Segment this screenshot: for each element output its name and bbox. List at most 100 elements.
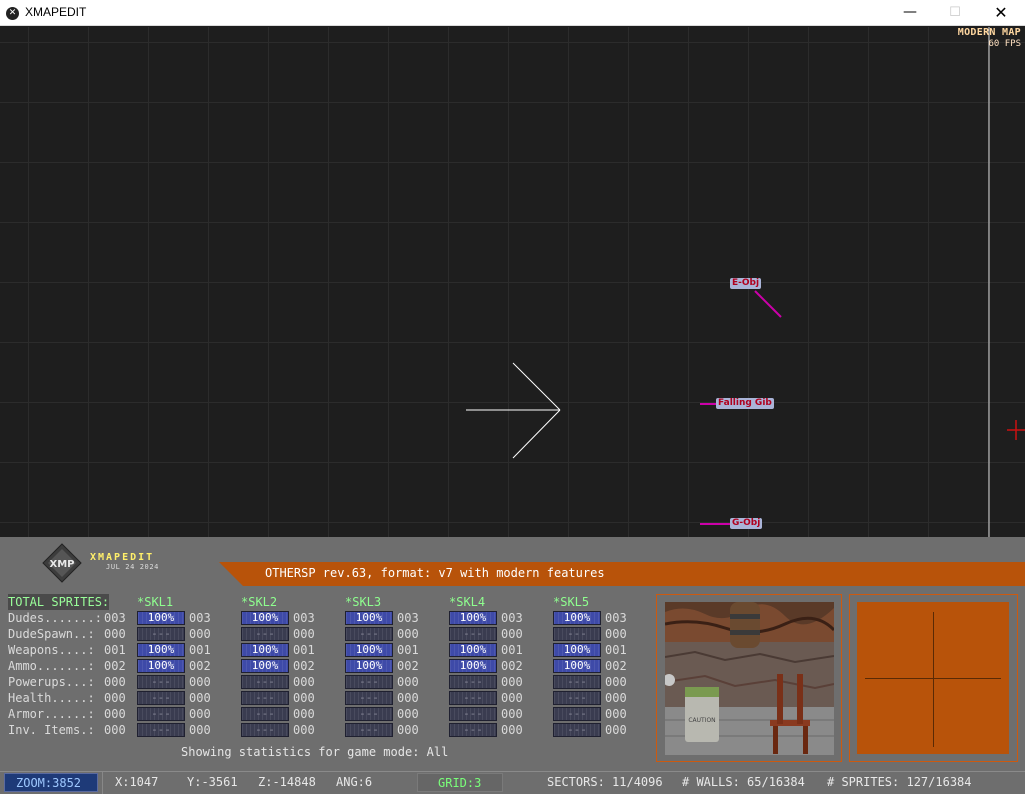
skill-percent-bar: --- [345,707,393,721]
skill-percent-bar: 100% [553,611,601,625]
stat-row-total: 000 [104,723,126,737]
sprite-label-falling-gib[interactable]: Falling Gib [716,398,774,409]
skill-percent-label: --- [151,627,171,640]
stat-row-label: Ammo.......: [8,659,95,673]
skill-percent-bar: 100% [137,611,185,625]
skill-header[interactable]: *SKL3 [345,594,381,610]
skill-count: 000 [605,627,627,641]
status-divider [102,772,103,794]
skill-percent-label: 100% [355,659,383,672]
skill-count: 002 [189,659,211,673]
skill-percent-label: 100% [355,611,383,624]
skill-percent-label: --- [463,691,483,704]
skill-percent-label: 100% [355,643,383,656]
skill-percent-label: --- [359,675,379,688]
skill-percent-label: 100% [147,611,175,624]
logo-date: JUL 24 2024 [106,563,159,571]
skill-count: 000 [501,691,523,705]
skill-percent-bar: --- [345,691,393,705]
skill-count: 003 [189,611,211,625]
skill-percent-label: --- [359,627,379,640]
skill-percent-label: --- [567,723,587,736]
skill-count: 003 [293,611,315,625]
skill-percent-label: --- [255,723,275,736]
skill-percent-bar: --- [553,675,601,689]
skill-header[interactable]: *SKL1 [137,594,173,610]
stat-row-total: 002 [104,659,126,673]
skill-count: 000 [605,691,627,705]
app-icon: ✕ [6,7,19,20]
stat-row-label: Inv. Items.: [8,723,95,737]
skill-count: 000 [605,723,627,737]
skill-count: 001 [501,643,523,657]
skill-percent-label: --- [463,675,483,688]
close-button[interactable]: ✕ [978,0,1024,26]
skill-count: 003 [397,611,419,625]
zoom-readout: ZOOM:3852 [4,773,98,792]
panel-tab-slope [215,537,245,562]
sprite-label-e-obj[interactable]: E-Obj [730,278,762,289]
skill-percent-label: 100% [251,611,279,624]
skill-percent-bar: 100% [553,659,601,673]
skill-percent-label: --- [567,707,587,720]
player-start-arrow[interactable] [466,362,561,459]
stat-row-total: 000 [104,675,126,689]
skill-percent-bar: 100% [241,611,289,625]
skill-percent-label: --- [567,675,587,688]
skill-percent-bar: --- [345,627,393,641]
skill-percent-bar: --- [553,627,601,641]
angle-readout: ANG:6 [336,775,373,789]
maximize-button[interactable]: ☐ [932,0,978,26]
skill-percent-bar: 100% [137,659,185,673]
skill-percent-bar: --- [137,627,185,641]
skill-percent-bar: --- [449,691,497,705]
skill-percent-label: 100% [563,611,591,624]
y-coordinate: Y:-3561 [187,775,238,789]
3d-preview-image[interactable]: CAUTION [665,602,834,755]
skill-count: 000 [189,723,211,737]
skill-percent-bar: --- [449,675,497,689]
skill-percent-bar: --- [553,707,601,721]
skill-percent-bar: --- [241,707,289,721]
skill-count: 001 [189,643,211,657]
minimize-button[interactable]: — [887,0,933,26]
skill-percent-label: 100% [459,611,487,624]
skill-percent-label: --- [359,723,379,736]
sprite-angle-line [754,290,782,318]
svg-text:CAUTION: CAUTION [688,717,715,724]
skill-count: 000 [501,675,523,689]
skill-count: 000 [501,707,523,721]
stat-row-total: 001 [104,643,126,657]
z-coordinate: Z:-14848 [258,775,316,789]
skill-header[interactable]: *SKL5 [553,594,589,610]
skill-percent-bar: --- [241,627,289,641]
skill-percent-label: 100% [251,643,279,656]
minimap-vertical-line [933,612,934,747]
xmp-logo-icon: XMP [42,543,82,583]
skill-percent-label: --- [151,691,171,704]
skill-percent-bar: --- [137,691,185,705]
skill-count: 000 [501,723,523,737]
window-title: XMAPEDIT [25,5,87,19]
map-drawing [466,27,1025,562]
skill-header[interactable]: *SKL4 [449,594,485,610]
logo-name: XMAPEDIT [90,552,155,563]
stat-row-label: Armor......: [8,707,95,721]
skill-count: 002 [397,659,419,673]
total-sprites-header: TOTAL SPRITES: [8,594,110,610]
stat-row-label: Weapons....: [8,643,95,657]
skill-count: 001 [293,643,315,657]
stat-row-label: Dudes.......: [8,611,102,625]
skill-count: 000 [293,627,315,641]
skill-count: 000 [605,707,627,721]
skill-count: 000 [397,691,419,705]
skill-percent-bar: --- [137,723,185,737]
minimap[interactable] [857,602,1009,754]
skill-count: 000 [293,723,315,737]
skill-header[interactable]: *SKL2 [241,594,277,610]
skill-percent-label: --- [567,691,587,704]
sprite-label-g-obj[interactable]: G-Obj [730,518,763,529]
sectors-count: SECTORS: 11/4096 [547,775,663,789]
skill-percent-bar: 100% [345,611,393,625]
map-viewport[interactable]: MODERN MAP 60 FPS E-Obj Falling Gib G-Ob… [0,27,1025,562]
